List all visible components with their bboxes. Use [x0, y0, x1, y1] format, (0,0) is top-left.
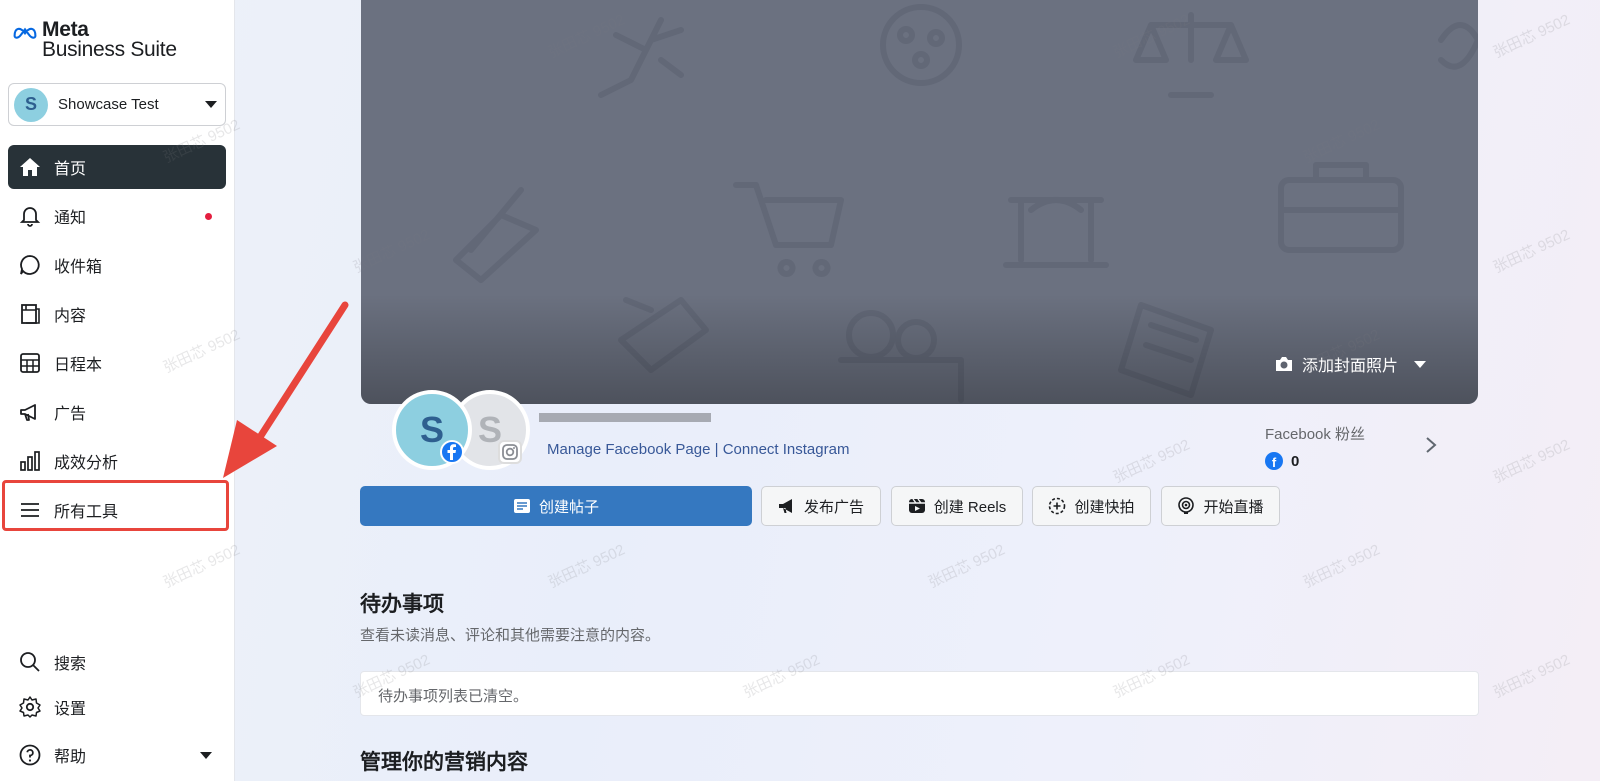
add-cover-photo-label: 添加封面照片	[1301, 358, 1398, 375]
chat-bubble-icon	[20, 255, 40, 275]
home-icon	[20, 158, 40, 176]
all-tools-highlight-box	[2, 480, 229, 531]
account-name: Showcase Test	[58, 96, 159, 113]
notification-dot	[205, 212, 212, 220]
watermark: 张田芯 9502	[1490, 651, 1573, 702]
brand-name: Meta Business Suite	[42, 18, 177, 61]
sidebar-item-content[interactable]: 内容	[8, 292, 226, 336]
sidebar-item-label: 日程本	[54, 357, 103, 374]
marketing-title: 管理你的营销内容	[360, 751, 528, 774]
watermark: 张田芯 9502	[1490, 11, 1573, 62]
todo-empty-text: 待办事项列表已清空。	[378, 688, 529, 705]
gear-icon	[19, 696, 41, 718]
page-links: Manage Facebook Page | Connect Instagram	[547, 441, 849, 458]
brand-line-1: Meta	[42, 18, 89, 41]
meta-business-suite-logo[interactable]: Meta Business Suite	[12, 18, 177, 61]
help-icon	[19, 744, 41, 766]
content-icon	[21, 304, 40, 324]
facebook-fans-summary[interactable]: Facebook 粉丝 f 0	[1265, 423, 1365, 470]
live-icon	[1178, 497, 1195, 514]
fans-label: Facebook 粉丝	[1265, 426, 1366, 443]
cover-gradient	[361, 294, 1478, 404]
publish-ad-label: 发布广告	[803, 498, 864, 516]
watermark: 张田芯 9502	[1110, 436, 1193, 487]
megaphone-icon	[20, 404, 36, 421]
chevron-right-icon[interactable]	[1424, 436, 1438, 454]
account-avatar: S	[14, 87, 48, 122]
sidebar-item-label: 通知	[54, 210, 87, 227]
sidebar-item-settings[interactable]: 设置	[8, 685, 226, 729]
todo-title: 待办事项	[360, 593, 444, 616]
facebook-icon: f	[1265, 452, 1283, 470]
add-cover-photo-button[interactable]: 添加封面照片	[1274, 352, 1426, 376]
create-post-label: 创建帖子	[538, 498, 599, 516]
search-icon	[20, 652, 40, 672]
sidebar-item-label: 首页	[54, 161, 87, 178]
sidebar-item-label: 帮助	[54, 749, 87, 766]
manage-facebook-page-link[interactable]: Manage Facebook Page	[547, 441, 710, 458]
sidebar-item-label: 设置	[54, 701, 87, 718]
caret-down-icon	[205, 101, 217, 108]
camera-icon	[1275, 357, 1292, 371]
create-reels-button[interactable]: 创建 Reels	[891, 486, 1023, 526]
sidebar-item-planner[interactable]: 日程本	[8, 341, 226, 385]
sidebar-item-inbox[interactable]: 收件箱	[8, 243, 226, 287]
watermark: 张田芯 9502	[545, 541, 628, 592]
connect-instagram-link[interactable]: Connect Instagram	[723, 441, 850, 458]
post-icon	[513, 499, 530, 513]
go-live-label: 开始直播	[1203, 498, 1264, 516]
sidebar-item-insights[interactable]: 成效分析	[8, 439, 226, 483]
caret-down-icon	[1414, 360, 1426, 368]
go-live-button[interactable]: 开始直播	[1161, 486, 1280, 526]
todo-subtitle: 查看未读消息、评论和其他需要注意的内容。	[360, 627, 661, 644]
create-story-button[interactable]: 创建快拍	[1032, 486, 1151, 526]
bell-icon	[19, 207, 41, 227]
sidebar-item-search[interactable]: 搜索	[8, 640, 226, 684]
instagram-icon	[498, 440, 522, 464]
watermark: 张田芯 9502	[1300, 541, 1383, 592]
cover-photo: 添加封面照片	[361, 0, 1478, 404]
sidebar-item-notifications[interactable]: 通知	[8, 194, 226, 238]
sidebar-item-help[interactable]: 帮助	[8, 733, 226, 777]
sidebar-item-label: 内容	[54, 308, 87, 325]
sidebar-item-label: 收件箱	[54, 259, 103, 276]
story-icon	[1049, 497, 1066, 515]
red-arrow-annotation	[223, 301, 349, 478]
todo-list: 待办事项列表已清空。	[360, 671, 1479, 716]
account-switcher[interactable]: S Showcase Test	[8, 83, 226, 126]
page-name-redacted	[539, 413, 711, 422]
publish-ad-button[interactable]: 发布广告	[761, 486, 881, 526]
sidebar: Meta Business Suite S Showcase Test 首页 通…	[0, 0, 235, 781]
watermark: 张田芯 9502	[1490, 226, 1573, 277]
reels-icon	[908, 498, 925, 513]
watermark: 张田芯 9502	[1490, 436, 1573, 487]
sidebar-item-label: 搜索	[54, 656, 87, 673]
brand-line-2: Business Suite	[42, 38, 177, 61]
facebook-icon	[440, 440, 464, 464]
create-post-button[interactable]: 创建帖子	[360, 486, 752, 526]
sidebar-item-home[interactable]: 首页	[8, 145, 226, 189]
watermark: 张田芯 9502	[925, 541, 1008, 592]
create-story-label: 创建快拍	[1074, 498, 1135, 516]
create-reels-label: 创建 Reels	[933, 498, 1007, 516]
sidebar-item-label: 广告	[54, 406, 87, 423]
meta-logo-icon	[13, 27, 37, 39]
calendar-grid-icon	[20, 353, 40, 373]
profile-avatars: S S	[392, 390, 537, 470]
link-separator: |	[714, 441, 719, 458]
caret-down-icon	[200, 751, 212, 759]
megaphone-icon	[778, 499, 792, 513]
fans-count: 0	[1291, 452, 1300, 470]
sidebar-item-label: 成效分析	[54, 455, 119, 472]
bar-chart-icon	[20, 451, 40, 471]
sidebar-item-ads[interactable]: 广告	[8, 390, 226, 434]
